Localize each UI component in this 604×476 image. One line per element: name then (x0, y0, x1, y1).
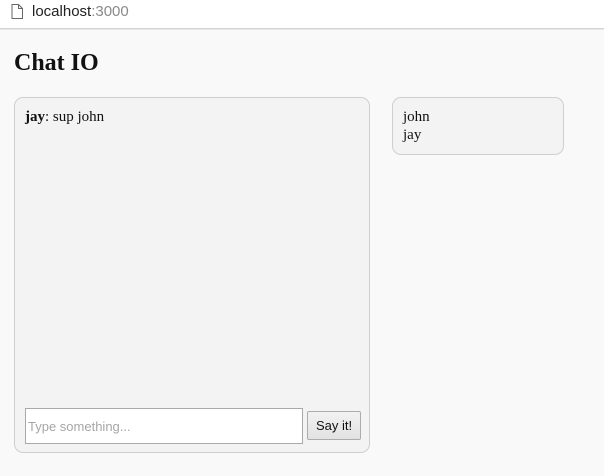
url-port: :3000 (91, 3, 129, 20)
chat-message: jay: sup john (25, 108, 104, 126)
user-list: john jay (403, 108, 430, 144)
chat-panel: jay: sup john Say it! (14, 97, 370, 453)
send-button[interactable]: Say it! (307, 411, 361, 440)
browser-address-bar: localhost:3000 (0, 0, 604, 29)
users-panel: john jay (392, 97, 564, 155)
page-icon (11, 4, 23, 19)
user-list-item: john (403, 109, 430, 125)
page-title: Chat IO (14, 50, 99, 76)
message-input[interactable] (25, 408, 303, 444)
user-list-item: jay (403, 127, 422, 143)
message-username: jay (25, 109, 45, 125)
address-url[interactable]: localhost:3000 (32, 3, 129, 21)
message-text: sup john (49, 109, 105, 125)
url-host: localhost (32, 3, 92, 20)
